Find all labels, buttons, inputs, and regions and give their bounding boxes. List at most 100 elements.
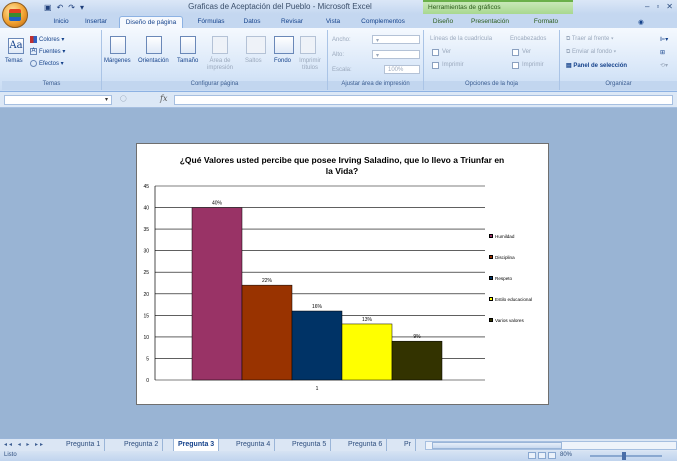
customize-qat-icon[interactable]: ▾: [80, 3, 84, 12]
tab-complementos[interactable]: Complementos: [356, 16, 410, 28]
scrollbar-thumb[interactable]: [432, 442, 562, 449]
ver-encabezados-label: Ver: [522, 49, 532, 55]
tamano-button[interactable]: Tamaño: [177, 58, 198, 64]
area-impresion-button: Área de impresión: [206, 58, 233, 71]
page-break-view-icon[interactable]: [548, 452, 556, 459]
alto-label: Alto:: [332, 52, 345, 58]
sheet-nav-buttons[interactable]: ◂◂ ◂ ▸ ▸▸: [4, 441, 45, 448]
tab-vista[interactable]: Vista: [322, 16, 344, 28]
legend-item: Humildad: [489, 232, 514, 240]
ver-encabezados-checkbox: [512, 49, 519, 56]
tab-formulas[interactable]: Fórmulas: [194, 16, 228, 28]
tab-revisar[interactable]: Revisar: [276, 16, 308, 28]
align-icon[interactable]: ⊫▾: [660, 36, 668, 43]
legend-swatch: [489, 318, 493, 322]
colores-button[interactable]: Colores ▾: [30, 36, 64, 43]
imprimir-titulos-button: Imprimir títulos: [299, 58, 321, 71]
data-label: 13%: [362, 317, 373, 323]
bar-varios-valores: [391, 340, 443, 381]
fx-icon[interactable]: fx: [160, 94, 167, 103]
y-tick-label: 10: [143, 335, 149, 341]
fuentes-button[interactable]: A Fuentes ▾: [30, 48, 65, 55]
page-layout-view-icon[interactable]: [538, 452, 546, 459]
legend-label: Varios valores: [495, 317, 524, 323]
legend-label: Humildad: [495, 233, 515, 239]
status-bar: Listo 80%: [0, 451, 677, 461]
minimize-button[interactable]: –: [645, 2, 649, 11]
sheet-tab-pregunta-5[interactable]: Pregunta 5: [288, 439, 332, 451]
margenes-button[interactable]: Márgenes: [104, 58, 131, 64]
legend-label: Estilo educacional: [495, 296, 533, 302]
close-button[interactable]: ✕: [666, 2, 673, 11]
undo-icon[interactable]: ↶: [57, 3, 64, 12]
zoom-level[interactable]: 80%: [560, 452, 572, 458]
tab-diseno-pagina[interactable]: Diseño de página: [119, 16, 183, 28]
redo-icon[interactable]: ↷: [68, 3, 75, 12]
tab-diseno[interactable]: Diseño: [428, 16, 458, 28]
temas-button[interactable]: Temas: [5, 58, 23, 64]
tab-formato[interactable]: Formato: [528, 16, 564, 28]
fondo-button[interactable]: Fondo: [274, 58, 291, 64]
size-icon[interactable]: [180, 36, 196, 54]
x-category-label: 1: [316, 386, 319, 392]
normal-view-icon[interactable]: [528, 452, 536, 459]
view-buttons: [528, 452, 556, 459]
ribbon-tabs: Inicio Insertar Diseño de página Fórmula…: [0, 14, 677, 28]
themes-icon[interactable]: Aa: [8, 38, 24, 54]
chart-object[interactable]: ¿Qué Valores usted percibe que posee Irv…: [136, 143, 549, 405]
background-icon[interactable]: [274, 36, 294, 54]
tab-insertar[interactable]: Insertar: [80, 16, 112, 28]
tab-datos[interactable]: Datos: [240, 16, 264, 28]
help-icon[interactable]: ◉: [634, 16, 648, 28]
zoom-slider-knob[interactable]: [622, 452, 626, 460]
legend-label: Disciplina: [495, 254, 515, 260]
group-icon[interactable]: ⊞: [660, 49, 665, 56]
efectos-button[interactable]: Efectos ▾: [30, 60, 64, 67]
maximize-button[interactable]: ▫: [656, 2, 659, 11]
data-label: 16%: [312, 304, 323, 310]
group-organizar: ⧉ Traer al frente ▾ ⧉ Enviar al fondo ▾ …: [560, 30, 677, 90]
title-bar: ▣ ↶ ↷ ▾ Graficas de Aceptación del Puebl…: [0, 0, 677, 14]
zoom-slider[interactable]: [590, 455, 662, 457]
office-logo-icon: [9, 9, 21, 21]
y-tick-label: 5: [146, 356, 149, 362]
data-label: 40%: [212, 201, 223, 207]
y-tick-label: 35: [143, 227, 149, 233]
sheet-tab-pregunta-6[interactable]: Pregunta 6: [344, 439, 388, 451]
margins-icon[interactable]: [110, 36, 126, 54]
sheet-tab-pr[interactable]: Pr: [400, 439, 416, 451]
office-button[interactable]: [2, 2, 28, 28]
rotate-icon: ⟲▾: [660, 63, 669, 69]
save-icon[interactable]: ▣: [44, 3, 52, 12]
saltos-button: Saltos: [245, 58, 262, 64]
excel-window: ▣ ↶ ↷ ▾ Graficas de Aceptación del Puebl…: [0, 0, 677, 461]
y-tick-label: 20: [143, 292, 149, 298]
orientation-icon[interactable]: [146, 36, 162, 54]
sheet-tab-pregunta-4[interactable]: Pregunta 4: [232, 439, 276, 451]
effects-icon: [30, 60, 37, 67]
sheet-tab-pregunta-1[interactable]: Pregunta 1: [62, 439, 106, 451]
window-title: Graficas de Aceptación del Pueblo - Micr…: [188, 2, 372, 11]
print-area-icon: [212, 36, 228, 54]
bar-disciplina: [241, 284, 293, 381]
horizontal-scrollbar[interactable]: [425, 441, 677, 450]
ajustar-group-label: Ajustar área de impresión: [328, 81, 423, 90]
tab-inicio[interactable]: Inicio: [48, 16, 74, 28]
escala-spinner: 100%: [384, 65, 420, 74]
orientacion-button[interactable]: Orientación: [138, 58, 169, 64]
group-opciones-hoja: Líneas de la cuadrícula Encabezados Ver …: [424, 30, 560, 90]
sheet-tab-pregunta-2[interactable]: Pregunta 2: [120, 439, 164, 451]
imprimir-encabezados-label: Imprimir: [522, 62, 544, 68]
organizar-group-label: Organizar: [560, 81, 677, 90]
y-tick-label: 30: [143, 249, 149, 255]
imprimir-encabezados-checkbox: [512, 62, 519, 69]
sheet-tab-pregunta-3[interactable]: Pregunta 3: [173, 439, 220, 451]
formula-input[interactable]: [174, 95, 673, 105]
panel-seleccion-button[interactable]: ▤ Panel de selección: [566, 62, 627, 69]
legend-item: Estilo educacional: [489, 295, 532, 303]
legend-item: Varios valores: [489, 316, 524, 324]
name-box[interactable]: ▾: [4, 95, 112, 105]
group-ajustar-area: Ancho: ▾ Alto: ▾ Escala: 100% Ajustar ár…: [328, 30, 424, 90]
ver-cuadricula-checkbox: [432, 49, 439, 56]
tab-presentacion[interactable]: Presentación: [466, 16, 514, 28]
